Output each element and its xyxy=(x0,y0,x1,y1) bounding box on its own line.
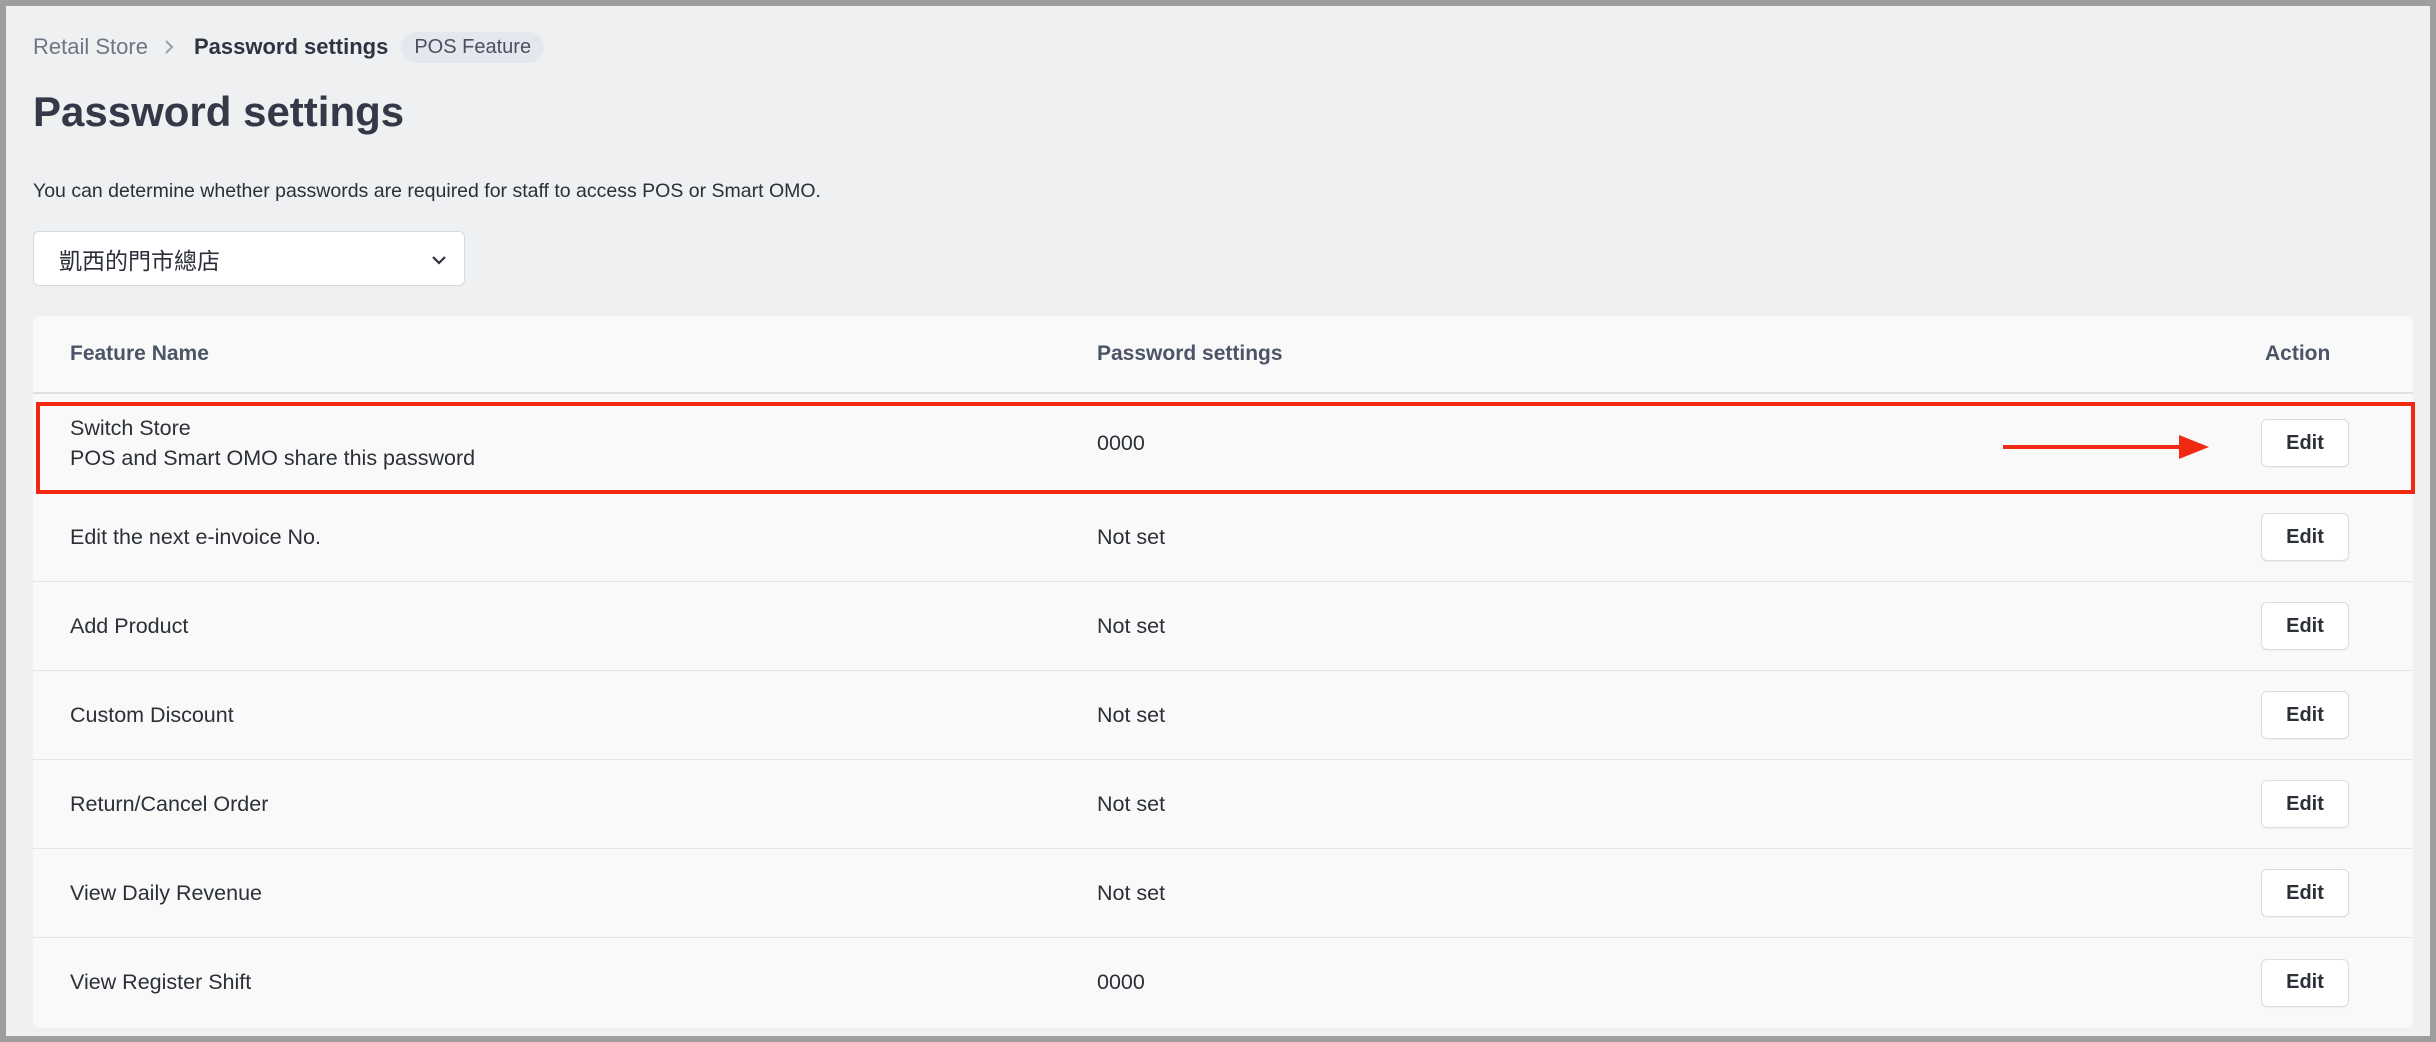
feature-name: Custom Discount xyxy=(70,702,234,727)
feature-badge: POS Feature xyxy=(401,31,545,63)
page-description: You can determine whether passwords are … xyxy=(33,180,821,202)
chevron-down-icon xyxy=(430,245,448,272)
feature-name: View Daily Revenue xyxy=(70,880,263,905)
edit-button[interactable]: Edit xyxy=(2261,419,2349,467)
breadcrumb-link-retail-store[interactable]: Retail Store xyxy=(33,34,148,60)
password-value: Not set xyxy=(1097,702,1166,727)
chevron-right-icon xyxy=(164,36,177,58)
breadcrumb-current: Password settings xyxy=(193,34,389,59)
table-row: View Register Shift 0000 Edit xyxy=(33,938,2413,1027)
password-value: 0000 xyxy=(1097,970,1145,994)
edit-button[interactable]: Edit xyxy=(2261,691,2349,739)
password-value: Not set xyxy=(1097,524,1166,549)
edit-button[interactable]: Edit xyxy=(2261,513,2349,561)
password-value: Not set xyxy=(1097,791,1166,816)
table-header: Feature Name Password settings Action xyxy=(33,316,2413,394)
edit-button[interactable]: Edit xyxy=(2261,869,2349,917)
feature-name: Edit the next e-invoice No. xyxy=(70,524,321,549)
edit-button[interactable]: Edit xyxy=(2261,958,2349,1007)
password-settings-table: Feature Name Password settings Action Sw… xyxy=(33,316,2413,1028)
header-action: Action xyxy=(2265,342,2331,365)
feature-name: Return/Cancel Order xyxy=(70,791,269,816)
feature-name: Add Product xyxy=(70,613,189,638)
password-value: Not set xyxy=(1097,880,1166,905)
feature-subtitle: POS and Smart OMO share this password xyxy=(70,446,476,470)
page-frame: Retail Store Password settings POS Featu… xyxy=(6,6,2430,1036)
password-value: Not set xyxy=(1097,613,1166,638)
table-row: View Daily Revenue Not set Edit xyxy=(33,849,2413,938)
header-password-settings: Password settings xyxy=(1097,342,1283,365)
edit-button[interactable]: Edit xyxy=(2261,602,2349,650)
feature-name: View Register Shift xyxy=(70,970,252,994)
page-title: Password settings xyxy=(33,88,405,135)
store-select[interactable]: 凱西的門市總店 xyxy=(33,231,465,286)
edit-button[interactable]: Edit xyxy=(2261,780,2349,828)
store-select-value: 凱西的門市總店 xyxy=(59,247,220,274)
table-row: Custom Discount Not set Edit xyxy=(33,671,2413,760)
password-value: 0000 xyxy=(1097,430,1145,455)
header-feature-name: Feature Name xyxy=(70,342,209,365)
table-row: Add Product Not set Edit xyxy=(33,582,2413,671)
table-row: Switch Store POS and Smart OMO share thi… xyxy=(33,394,2413,493)
breadcrumb: Retail Store Password settings POS Featu… xyxy=(33,30,545,64)
table-row: Return/Cancel Order Not set Edit xyxy=(33,760,2413,849)
feature-name: Switch Store xyxy=(70,416,191,440)
table-row: Edit the next e-invoice No. Not set Edit xyxy=(33,493,2413,582)
